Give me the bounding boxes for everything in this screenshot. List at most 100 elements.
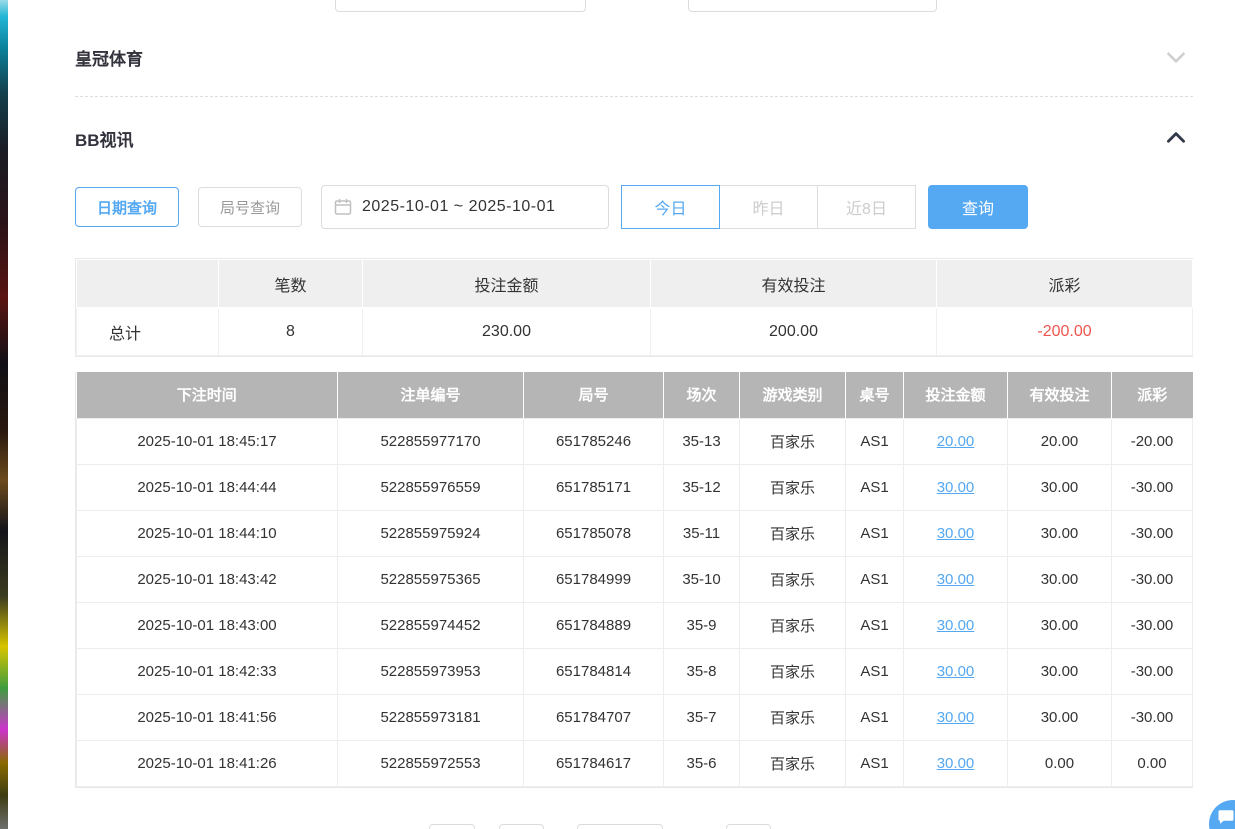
cell-round-id: 651784999 [524,556,664,602]
chevron-up-icon[interactable] [1163,125,1189,151]
cell-bet-time: 2025-10-01 18:44:44 [77,464,338,510]
header-payout: 派彩 [1112,372,1193,418]
cell-round-id: 651785246 [524,418,664,464]
cell-round-id: 651784814 [524,648,664,694]
table-row: 2025-10-01 18:41:26522855972553651784617… [77,740,1193,786]
cell-payout: -30.00 [1112,464,1193,510]
cell-payout: -30.00 [1112,556,1193,602]
bet-amount-link[interactable]: 30.00 [937,755,975,772]
main-content: 皇冠体育 BB视讯 日期查询 局号查询 2025-10-01 ~ 2025-10… [75,0,1193,829]
cell-order-id: 522855972553 [338,740,524,786]
partial-input-right[interactable] [688,0,937,12]
cell-valid-bet: 30.00 [1008,556,1112,602]
section-title-bb: BB视讯 [75,126,134,151]
pagination-button[interactable] [726,824,771,829]
tab-round-query[interactable]: 局号查询 [198,187,302,227]
summary-total-payout: -200.00 [937,308,1193,356]
summary-header-row: 笔数 投注金额 有效投注 派彩 [77,260,1193,308]
cell-table-id: AS1 [846,556,904,602]
pagination-button[interactable] [429,824,475,829]
cell-session: 35-12 [664,464,740,510]
summary-header-valid-bet: 有效投注 [651,260,937,308]
cell-bet-amount: 30.00 [904,648,1008,694]
bet-amount-link[interactable]: 30.00 [937,663,975,680]
cell-order-id: 522855973953 [338,648,524,694]
cell-session: 35-10 [664,556,740,602]
summary-total-label: 总计 [77,308,219,356]
cell-payout: -30.00 [1112,648,1193,694]
cell-round-id: 651784707 [524,694,664,740]
cell-bet-amount: 30.00 [904,556,1008,602]
floating-service-button[interactable] [1209,800,1235,829]
header-order-id: 注单编号 [338,372,524,418]
cell-bet-amount: 30.00 [904,464,1008,510]
partial-input-left[interactable] [335,0,586,12]
quick-yesterday-button[interactable]: 昨日 [719,185,818,229]
cell-session: 35-8 [664,648,740,694]
header-round-id: 局号 [524,372,664,418]
cell-valid-bet: 30.00 [1008,464,1112,510]
cell-valid-bet: 30.00 [1008,510,1112,556]
table-row: 2025-10-01 18:43:00522855974452651784889… [77,602,1193,648]
summary-table-wrap: 笔数 投注金额 有效投注 派彩 总计 8 230.00 200.00 -200.… [75,258,1193,357]
cell-round-id: 651785078 [524,510,664,556]
cell-table-id: AS1 [846,464,904,510]
cell-round-id: 651785171 [524,464,664,510]
cell-order-id: 522855977170 [338,418,524,464]
summary-total-valid-bet: 200.00 [651,308,937,356]
cell-game-type: 百家乐 [740,694,846,740]
pagination [75,824,1193,829]
quick-today-button[interactable]: 今日 [621,185,720,229]
bet-amount-link[interactable]: 30.00 [937,571,975,588]
tab-date-query[interactable]: 日期查询 [75,187,179,227]
pagination-page-size-select[interactable] [577,824,663,829]
cell-payout: -30.00 [1112,510,1193,556]
summary-header-count: 笔数 [219,260,363,308]
header-session: 场次 [664,372,740,418]
section-bb-video: BB视讯 [75,97,1193,177]
chat-bubble-icon [1217,808,1235,826]
bet-amount-link[interactable]: 30.00 [937,525,975,542]
bet-amount-link[interactable]: 20.00 [937,433,975,450]
cell-valid-bet: 30.00 [1008,602,1112,648]
header-valid-bet: 有效投注 [1008,372,1112,418]
search-button[interactable]: 查询 [928,185,1028,229]
date-range-picker[interactable]: 2025-10-01 ~ 2025-10-01 [321,185,609,229]
bet-table-header-row: 下注时间 注单编号 局号 场次 游戏类别 桌号 投注金额 有效投注 派彩 [77,372,1193,418]
cell-game-type: 百家乐 [740,740,846,786]
cell-round-id: 651784617 [524,740,664,786]
header-game-type: 游戏类别 [740,372,846,418]
cell-game-type: 百家乐 [740,602,846,648]
summary-header-payout: 派彩 [937,260,1193,308]
cell-valid-bet: 30.00 [1008,694,1112,740]
cell-payout: 0.00 [1112,740,1193,786]
cell-game-type: 百家乐 [740,418,846,464]
cell-order-id: 522855975924 [338,510,524,556]
cell-bet-time: 2025-10-01 18:44:10 [77,510,338,556]
background-art-strip [0,0,8,829]
summary-header-bet-amount: 投注金额 [363,260,651,308]
header-table-id: 桌号 [846,372,904,418]
cell-table-id: AS1 [846,694,904,740]
cell-game-type: 百家乐 [740,510,846,556]
cell-bet-time: 2025-10-01 18:41:26 [77,740,338,786]
bet-amount-link[interactable]: 30.00 [937,617,975,634]
pagination-button[interactable] [499,824,544,829]
table-row: 2025-10-01 18:43:42522855975365651784999… [77,556,1193,602]
bet-amount-link[interactable]: 30.00 [937,709,975,726]
section-crown-sports: 皇冠体育 [75,0,1193,96]
cell-table-id: AS1 [846,740,904,786]
bet-table-body: 2025-10-01 18:45:17522855977170651785246… [77,418,1193,786]
cell-order-id: 522855976559 [338,464,524,510]
cell-game-type: 百家乐 [740,464,846,510]
quick-8days-button[interactable]: 近8日 [817,185,916,229]
section-title-crown: 皇冠体育 [75,45,143,70]
quick-range-group: 今日 昨日 近8日 [621,185,916,229]
chevron-down-icon[interactable] [1163,44,1189,70]
bet-amount-link[interactable]: 30.00 [937,479,975,496]
cell-session: 35-6 [664,740,740,786]
cell-bet-amount: 30.00 [904,694,1008,740]
summary-total-row: 总计 8 230.00 200.00 -200.00 [77,308,1193,356]
calendar-icon [334,198,352,216]
header-bet-time: 下注时间 [77,372,338,418]
